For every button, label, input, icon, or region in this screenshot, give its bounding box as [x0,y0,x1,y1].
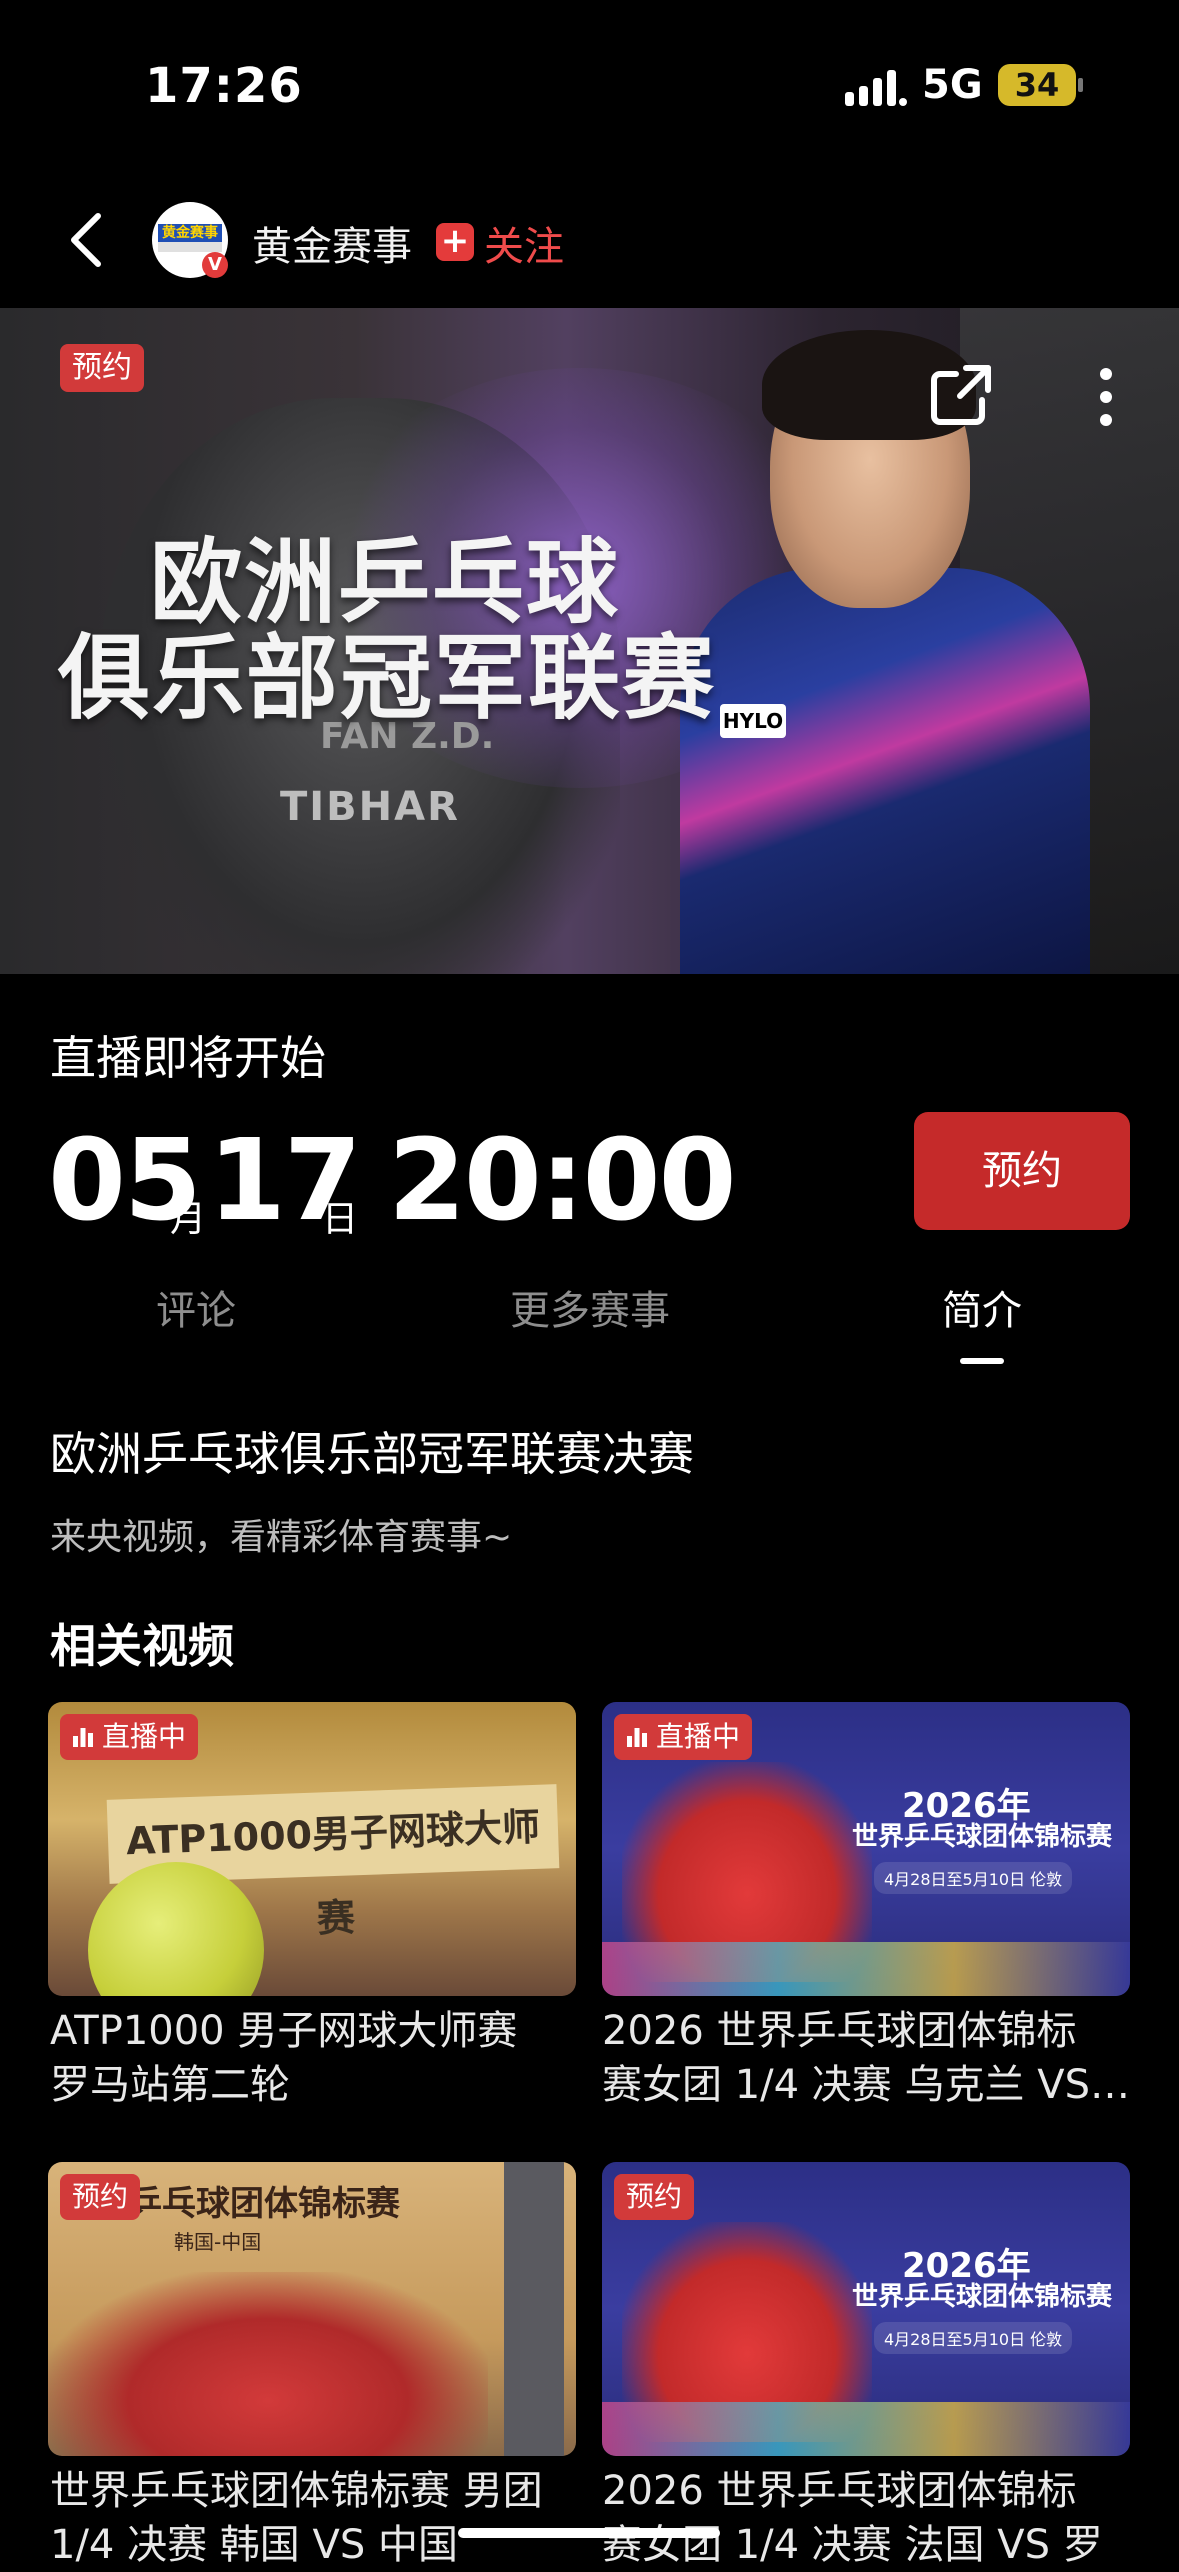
video-title-1[interactable]: ATP1000 男子网球大师赛 罗马站第二轮 [50,2004,580,2112]
video-title-1-line1: ATP1000 男子网球大师赛 [50,2008,518,2054]
thumb-4-stripe [602,2402,1130,2456]
signal-icon [845,70,907,106]
video-thumbnail-2[interactable]: 2026年 世界乒乓球团体锦标赛 4月28日至5月10日 伦敦 直播中 [602,1702,1130,1996]
channel-name[interactable]: 黄金赛事 [252,214,412,272]
video-title-2[interactable]: 2026 世界乒乓球团体锦标 赛女团 1/4 决赛 乌克兰 VS… [602,2004,1132,2112]
tab-active-indicator [960,1358,1004,1364]
video-title-4-line1: 2026 世界乒乓球团体锦标 [602,2468,1077,2514]
video-thumbnail-1[interactable]: ATP1000男子网球大师赛 直播中 [48,1702,576,1996]
hero-player-shirt [680,568,1090,974]
more-options-icon[interactable] [1094,366,1118,428]
live-day-unit: 日 [322,1199,359,1240]
reserve-badge: 预约 [60,2174,141,2220]
live-badge-text: 直播中 [656,1720,741,1753]
related-videos-heading: 相关视频 [50,1619,234,1673]
video-title-3-line1: 世界乒乓球团体锦标赛 男团 [50,2468,543,2514]
live-badge: 直播中 [614,1714,753,1760]
live-month-unit: 月 [170,1199,207,1240]
follow-button[interactable]: 关注 [484,214,564,272]
video-title-2-line1: 2026 世界乒乓球团体锦标 [602,2008,1077,2054]
video-thumbnail-4[interactable]: 2026年 世界乒乓球团体锦标赛 4月28日至5月10日 伦敦 预约 [602,2162,1130,2456]
thumb-3-matchup: 韩国-中国 [174,2230,262,2254]
video-title-4-line2: 赛女团 1/4 决赛 法国 VS 罗 [602,2522,1103,2568]
live-badge: 直播中 [60,1714,199,1760]
hero-banner[interactable]: FAN Z.D. TIBHAR HYLO 欧洲乒乓球 俱乐部冠军联赛 预约 [0,308,1179,974]
reserve-button[interactable]: 预约 [914,1112,1130,1230]
live-bars-icon [627,1728,647,1747]
tab-intro[interactable]: 简介 [942,1278,1022,1336]
hero-jersey-brand: TIBHAR [280,784,460,830]
hero-reserve-badge: 预约 [60,344,144,392]
hero-shirt-sponsor: HYLO [720,704,786,738]
thumb-3-players [48,2272,488,2456]
hero-title-line2: 俱乐部冠军联赛 [58,625,717,732]
network-type: 5G [922,62,983,108]
thumb-2-stripe [602,1942,1130,1996]
battery-nub [1078,78,1083,92]
status-time: 17:26 [145,58,303,114]
share-icon[interactable] [926,360,996,430]
thumb-2-event-name: 世界乒乓球团体锦标赛 [852,1822,1113,1852]
video-title-3-line2: 1/4 决赛 韩国 VS 中国 [50,2522,458,2568]
tab-comments[interactable]: 评论 [156,1278,236,1336]
intro-title: 欧洲乒乓球俱乐部冠军联赛决赛 [50,1427,694,1481]
thumb-3-tower [504,2162,564,2456]
home-indicator[interactable] [458,2528,720,2538]
avatar-logo-text: 黄金赛事 [158,224,222,242]
verified-badge: V [202,252,228,278]
thumb-2-date: 4月28日至5月10日 伦敦 [874,1862,1073,1894]
battery-indicator: 34 [998,64,1076,106]
reserve-badge: 预约 [614,2174,695,2220]
video-title-1-line2: 罗马站第二轮 [50,2062,290,2108]
thumb-4-event-name: 世界乒乓球团体锦标赛 [852,2282,1113,2312]
tab-more-events[interactable]: 更多赛事 [510,1278,670,1336]
live-badge-text: 直播中 [102,1720,187,1753]
live-time: 20:00 [388,1116,737,1246]
avatar-logo-strip [158,242,222,252]
video-thumbnail-3[interactable]: 乒乓球团体锦标赛 韩国-中国 预约 [48,2162,576,2456]
live-bars-icon [73,1728,93,1747]
back-icon[interactable] [60,210,120,270]
thumb-3-event-name: 乒乓球团体锦标赛 [128,2184,400,2224]
thumb-4-date: 4月28日至5月10日 伦敦 [874,2322,1073,2354]
live-status-label: 直播即将开始 [50,1031,326,1085]
video-title-2-line2: 赛女团 1/4 决赛 乌克兰 VS… [602,2062,1130,2108]
intro-subtitle: 来央视频，看精彩体育赛事~ [50,1517,513,1558]
follow-plus-icon[interactable]: + [436,223,474,261]
